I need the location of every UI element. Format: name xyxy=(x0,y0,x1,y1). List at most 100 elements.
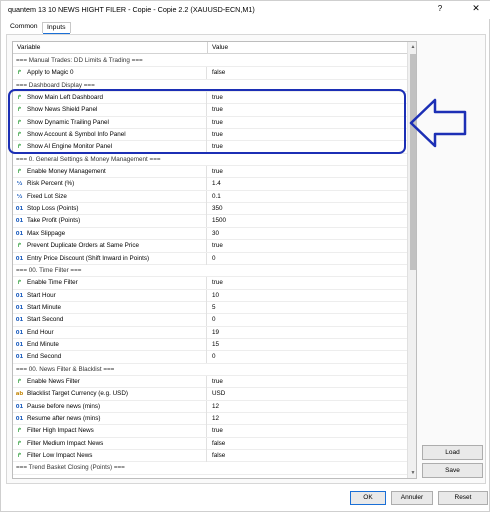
value-cell[interactable]: 12 xyxy=(212,415,219,422)
variable-cell: 01 Stop Loss (Points) xyxy=(13,203,207,216)
variable-cell: === 0. General Settings & Money Manageme… xyxy=(13,154,207,166)
input-row[interactable]: 01 Stop Loss (Points) 350 xyxy=(13,203,407,216)
column-header-variable[interactable]: Variable xyxy=(17,44,40,51)
value-cell[interactable]: 10 xyxy=(212,292,219,299)
variable-cell: ↱ Filter High Impact News xyxy=(13,425,207,438)
input-row[interactable]: 01 Resume after news (mins) 12 xyxy=(13,412,407,426)
value-cell[interactable]: true xyxy=(212,427,223,434)
int-icon: 01 xyxy=(15,354,24,361)
input-row[interactable]: ↱ Filter Low Impact News false xyxy=(13,450,407,463)
scrollbar-thumb[interactable] xyxy=(410,54,416,270)
tab-inputs[interactable]: Inputs xyxy=(42,22,71,34)
column-divider[interactable] xyxy=(207,42,208,54)
value-cell[interactable]: true xyxy=(212,279,223,286)
section-label: === 00. News Filter & Blacklist === xyxy=(16,365,115,373)
double-icon: ½ xyxy=(16,193,23,200)
value-cell[interactable]: false xyxy=(212,452,225,459)
value-cell[interactable]: false xyxy=(212,440,225,447)
input-row[interactable]: 01 Start Second 0 xyxy=(13,314,407,327)
input-row[interactable]: ↱ Enable Money Management true xyxy=(13,166,407,179)
variable-cell: ↱ Enable Money Management xyxy=(13,166,207,179)
value-cell[interactable]: 1.4 xyxy=(212,180,221,187)
column-header-value[interactable]: Value xyxy=(212,44,228,51)
section-label: === Manual Trades: DD Limits & Trading =… xyxy=(16,57,143,64)
variable-cell: ↱ Filter Low Impact News xyxy=(13,450,207,462)
variable-name: Stop Loss (Points) xyxy=(27,205,79,213)
value-cell[interactable]: true xyxy=(212,242,223,249)
cancel-button[interactable]: Annuler xyxy=(391,491,433,505)
int-icon: 01 xyxy=(15,403,24,410)
variable-name: Pause before news (mins) xyxy=(27,402,101,410)
help-icon[interactable]: ? xyxy=(434,4,446,13)
input-row[interactable]: ↱ Apply to Magic 0 false xyxy=(13,67,407,80)
variable-name: Take Profit (Points) xyxy=(27,217,81,225)
scroll-up-icon[interactable]: ▲ xyxy=(408,42,416,52)
input-row[interactable]: 01 Start Hour 10 xyxy=(13,289,407,302)
value-cell[interactable]: 350 xyxy=(212,205,223,212)
input-row[interactable]: 01 Pause before news (mins) 12 xyxy=(13,400,407,413)
bool-icon: ↱ xyxy=(16,427,23,435)
value-cell[interactable]: true xyxy=(212,378,223,385)
variable-cell: ½ Risk Percent (%) xyxy=(13,178,207,191)
scroll-down-icon[interactable]: ▼ xyxy=(408,468,416,478)
value-cell[interactable]: 0 xyxy=(212,255,216,262)
value-cell[interactable]: false xyxy=(212,69,225,76)
value-cell[interactable]: 30 xyxy=(212,230,219,237)
value-cell[interactable]: 12 xyxy=(212,403,219,410)
value-cell[interactable]: true xyxy=(212,168,223,175)
section-label: === Dashboard Display === xyxy=(16,81,95,89)
input-row[interactable]: 01 Max Slippage 30 xyxy=(13,227,407,241)
int-icon: 01 xyxy=(15,317,24,324)
input-row[interactable]: ↱ Filter High Impact News true xyxy=(13,425,407,438)
int-icon: 01 xyxy=(15,341,24,348)
value-cell[interactable]: USD xyxy=(212,390,225,397)
reset-button[interactable]: Reset xyxy=(438,491,488,505)
bool-icon: ↱ xyxy=(16,377,23,385)
int-icon: 01 xyxy=(15,292,24,299)
value-cell[interactable]: 1500 xyxy=(212,217,226,224)
value-cell[interactable]: 15 xyxy=(212,341,219,348)
input-row[interactable]: 01 Start Minute 5 xyxy=(13,301,407,315)
variable-cell: 01 Start Second xyxy=(13,314,207,327)
variable-cell: === Trend Basket Closing (Points) === xyxy=(13,462,207,474)
variable-cell: 01 Resume after news (mins) xyxy=(13,412,207,425)
variable-cell: 01 Pause before news (mins) xyxy=(13,400,207,413)
section-row: === 00. Time Filter === xyxy=(13,265,407,278)
variable-cell: === 00. News Filter & Blacklist === xyxy=(13,364,207,376)
variable-name: Max Slippage xyxy=(27,229,66,237)
load-button[interactable]: Load xyxy=(422,445,483,460)
variable-name: Enable News Filter xyxy=(27,377,80,385)
double-icon: ½ xyxy=(16,181,23,188)
input-row[interactable]: ½ Risk Percent (%) 1.4 xyxy=(13,178,407,191)
tab-common[interactable]: Common xyxy=(6,22,42,33)
input-row[interactable]: ab Blacklist Target Currency (e.g. USD) US… xyxy=(13,388,407,401)
variable-name: Entry Price Discount (Shift Inward in Po… xyxy=(27,254,150,262)
grid-header: Variable Value xyxy=(13,42,407,54)
input-row[interactable]: ↱ Prevent Duplicate Orders at Same Price t… xyxy=(13,240,407,253)
close-icon[interactable]: ✕ xyxy=(469,3,483,14)
value-cell[interactable]: 0 xyxy=(212,316,216,323)
input-row[interactable]: ½ Fixed Lot Size 0.1 xyxy=(13,190,407,204)
input-row[interactable]: 01 End Minute 15 xyxy=(13,338,407,352)
variable-cell: ↱ Prevent Duplicate Orders at Same Price xyxy=(13,240,207,253)
input-row[interactable]: 01 Entry Price Discount (Shift Inward in … xyxy=(13,252,407,265)
input-row[interactable]: 01 End Second 0 xyxy=(13,351,407,364)
variable-cell: 01 End Minute xyxy=(13,338,207,351)
variable-name: Filter Low Impact News xyxy=(27,452,93,459)
input-row[interactable]: 01 Take Profit (Points) 1500 xyxy=(13,215,407,228)
input-row[interactable]: ↱ Filter Medium Impact News false xyxy=(13,437,407,450)
input-row[interactable]: ↱ Enable News Filter true xyxy=(13,375,407,389)
variable-cell: 01 End Second xyxy=(13,351,207,364)
value-cell[interactable]: 5 xyxy=(212,304,216,311)
input-row[interactable]: ↱ Enable Time Filter true xyxy=(13,277,407,290)
annotation-highlight-box xyxy=(8,89,406,154)
ok-button[interactable]: OK xyxy=(350,491,386,505)
value-cell[interactable]: 0.1 xyxy=(212,193,221,200)
input-row[interactable]: 01 End Hour 19 xyxy=(13,326,407,339)
value-cell[interactable]: 0 xyxy=(212,353,216,360)
save-button[interactable]: Save xyxy=(422,463,483,478)
value-cell[interactable]: 19 xyxy=(212,329,219,336)
variable-name: Apply to Magic 0 xyxy=(27,69,74,77)
window-title: quantem 13 10 NEWS HIGHT FILER - Copie -… xyxy=(8,5,255,14)
int-icon: 01 xyxy=(15,255,24,262)
